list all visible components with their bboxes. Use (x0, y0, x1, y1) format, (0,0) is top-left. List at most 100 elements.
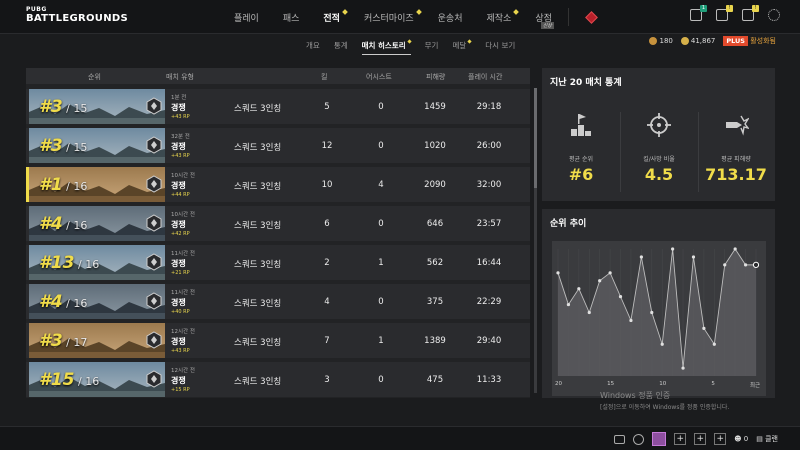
squad-mode: 스쿼드 3인칭 (234, 104, 282, 114)
squad-mode: 스쿼드 3인칭 (234, 338, 282, 348)
trend-point[interactable] (671, 247, 675, 251)
chat-icon[interactable] (614, 434, 626, 444)
notification-bell-icon[interactable]: ! (742, 5, 759, 21)
trend-point[interactable] (733, 247, 737, 251)
trend-point[interactable] (556, 271, 560, 275)
table-row[interactable]: #4 / 16 10시간 전 경쟁 +42 RP 스쿼드 3인칭 6 0 646 23:57 (26, 206, 530, 241)
kills-cell: 10 (321, 180, 333, 190)
table-row[interactable]: #1 / 16 10시간 전 경쟁 +44 RP 스쿼드 3인칭 10 4 2090 32:00 (26, 167, 530, 202)
crosshair-icon (647, 113, 671, 137)
inventory-icon[interactable]: 1 (690, 5, 707, 21)
match-meta: 12시간 전 경쟁 +15 RP (171, 368, 195, 393)
tab-weapons[interactable]: 무기 (425, 40, 439, 51)
table-scrollbar[interactable] (534, 88, 537, 393)
trend-point[interactable] (577, 287, 581, 291)
notification-dot (415, 9, 422, 15)
notification-dot (513, 9, 520, 15)
squad-mode: 스쿼드 3인칭 (234, 260, 282, 270)
x-tick-label: 20 (555, 381, 562, 387)
gear-icon[interactable] (768, 9, 780, 21)
table-row[interactable]: #15 / 16 12시간 전 경쟁 +15 RP 스쿼드 3인칭 3 0 475 11:33 (26, 362, 530, 397)
stat-average-damage: 평균 피해량 713.17 (703, 112, 769, 184)
kills-cell: 2 (324, 258, 330, 268)
assists-cell: 0 (378, 375, 384, 385)
assists-cell: 0 (378, 219, 384, 229)
table-row[interactable]: #3 / 15 1분 전 경쟁 +43 RP 스쿼드 3인칭 5 0 1459 29:18 (26, 89, 530, 124)
placement: #4 / 16 (39, 292, 88, 312)
table-row[interactable]: #3 / 15 32분 전 경쟁 +43 RP 스쿼드 3인칭 12 0 1020 26:00 (26, 128, 530, 163)
nav-divider (567, 8, 569, 26)
table-row[interactable]: #13 / 16 11시간 전 경쟁 +21 RP 스쿼드 3인칭 2 1 562 16:44 (26, 245, 530, 280)
trend-point[interactable] (629, 318, 633, 323)
trend-point[interactable] (691, 255, 696, 259)
add-party-slot-button[interactable]: + (714, 433, 727, 445)
trend-point[interactable] (587, 310, 591, 315)
voice-icon[interactable] (633, 433, 645, 445)
trend-point[interactable] (743, 263, 748, 267)
kills-cell: 6 (324, 219, 330, 229)
trend-point[interactable] (608, 271, 612, 275)
windows-activation-watermark: Windows 정품 인증 [설정]으로 이동하여 Windows를 정품 인증… (600, 391, 730, 411)
trend-point[interactable] (598, 279, 602, 283)
friends-button[interactable]: ☻ 0 (734, 435, 748, 443)
trend-point[interactable] (618, 295, 623, 299)
add-party-slot-button[interactable]: + (674, 433, 687, 445)
gcoin-balance[interactable]: 41,867 (680, 37, 715, 45)
damage-cell: 1459 (424, 102, 446, 112)
tab-match-history[interactable]: 매치 히스토리 (361, 38, 412, 55)
bp-balance[interactable]: 180 (649, 37, 673, 45)
kills-cell: 4 (324, 297, 330, 307)
pubg-logo[interactable]: PUBG BATTLEGROUNDS (26, 7, 128, 24)
nav-item-customize[interactable]: 커스터마이즈 (352, 0, 426, 34)
trend-point[interactable] (660, 342, 664, 346)
gcoin-icon (680, 37, 689, 45)
damage-cell: 375 (426, 297, 444, 307)
nav-item-store[interactable]: 상점 신상 (523, 0, 564, 34)
nav-item-workshop[interactable]: 제작소 (475, 0, 524, 34)
trend-point[interactable] (723, 263, 727, 267)
tab-medals[interactable]: 메달 (452, 38, 472, 51)
trend-point[interactable] (650, 310, 654, 315)
nav-item-pass[interactable]: 패스 (271, 0, 312, 34)
trend-point[interactable] (566, 302, 571, 307)
nav-item-records[interactable]: 전적 (311, 0, 352, 34)
stat-average-rank: 평균 순위 #6 (548, 112, 614, 184)
bottom-bar: + + + ☻ 0 ▤ 클랜 (0, 426, 800, 450)
match-meta: 1분 전 경쟁 +43 RP (171, 95, 190, 120)
nav-item-transport[interactable]: 운송처 (426, 0, 475, 34)
trend-point[interactable] (712, 342, 716, 346)
assists-cell: 0 (378, 102, 384, 112)
trend-point[interactable] (752, 261, 760, 268)
trend-point[interactable] (702, 326, 706, 330)
nav-item-play[interactable]: 플레이 (222, 0, 271, 34)
rank-tier-icon (146, 214, 162, 232)
event-diamond-icon[interactable] (585, 10, 598, 24)
damage-cell: 475 (426, 375, 444, 385)
kills-cell: 12 (321, 141, 333, 151)
playtime-cell: 22:29 (476, 297, 502, 307)
scrollbar-thumb[interactable] (534, 88, 537, 188)
table-row[interactable]: #4 / 16 11시간 전 경쟁 +40 RP 스쿼드 3인칭 4 0 375 22:29 (26, 284, 530, 319)
clan-button[interactable]: ▤ 클랜 (756, 434, 778, 444)
sub-navigation: 개요 통계 매치 히스토리 무기 메달 다시 보기 (306, 38, 515, 55)
bottom-icons: + + + ☻ 0 ▤ 클랜 (614, 432, 778, 446)
trend-point[interactable] (681, 366, 685, 370)
stat-value: 4.5 (644, 165, 674, 184)
match-meta: 10시간 전 경쟁 +42 RP (171, 212, 195, 237)
playtime-cell: 29:18 (476, 102, 502, 112)
trend-point[interactable] (639, 255, 643, 259)
table-header (26, 68, 530, 84)
tab-replays[interactable]: 다시 보기 (485, 40, 515, 51)
avatar[interactable] (652, 432, 667, 446)
rank-tier-icon (146, 97, 162, 115)
currency-bar: 180 41,867 PLUS 활성화됨 (649, 36, 776, 46)
table-row[interactable]: #3 / 17 12시간 전 경쟁 +43 RP 스쿼드 3인칭 7 1 1389 29:40 (26, 323, 530, 358)
add-party-slot-button[interactable]: + (694, 433, 707, 445)
tab-overview[interactable]: 개요 (306, 40, 320, 51)
match-meta: 32분 전 경쟁 +43 RP (171, 134, 190, 159)
plus-status[interactable]: PLUS 활성화됨 (723, 36, 776, 46)
mission-icon[interactable]: ! (716, 5, 733, 21)
tab-statistics[interactable]: 통계 (334, 40, 348, 51)
kills-cell: 3 (324, 375, 330, 385)
assists-cell: 1 (378, 336, 384, 346)
